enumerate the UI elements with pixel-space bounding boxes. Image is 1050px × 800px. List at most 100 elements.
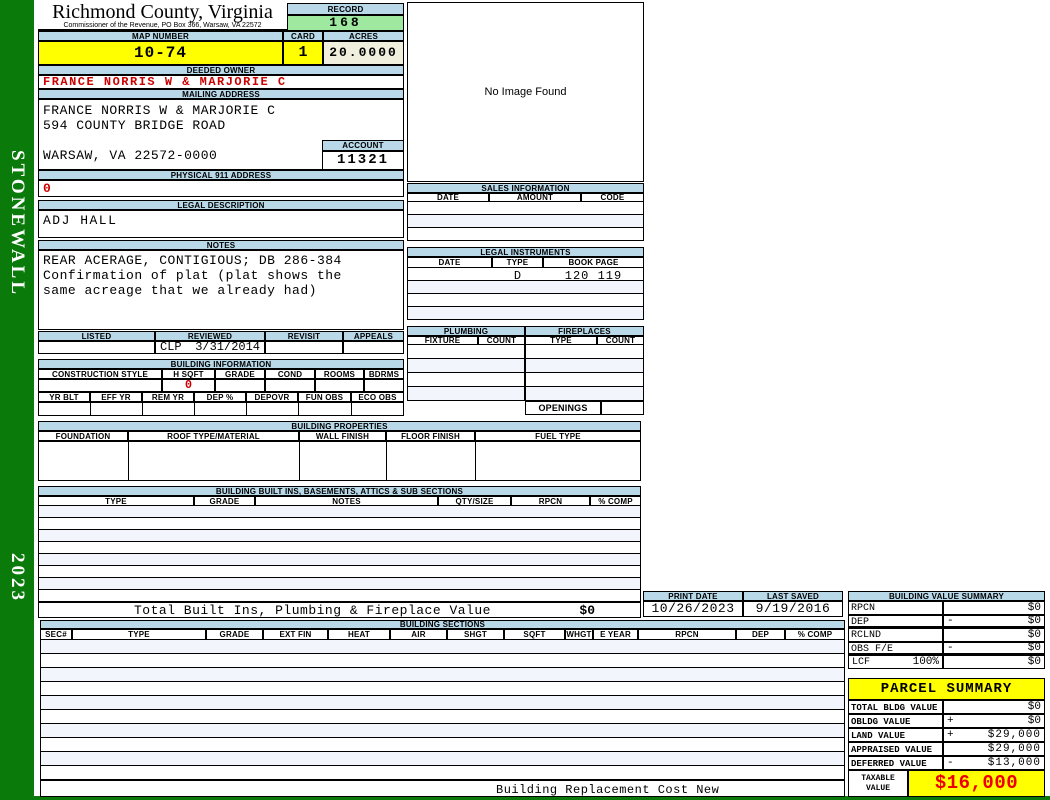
ps-value-appraised: $29,000: [943, 742, 1045, 756]
listed-value: [38, 341, 155, 354]
ps-amount: $13,000: [988, 757, 1041, 769]
deeded-owner-label: DEEDED OWNER: [38, 65, 404, 75]
plumbing-row: [407, 345, 525, 359]
fixture-label: FIXTURE: [407, 336, 478, 345]
bs-sec-label: SEC#: [40, 629, 72, 640]
bs-eyear-label: E YEAR: [593, 629, 638, 640]
built-ins-row: [38, 590, 641, 602]
bi-type-label: TYPE: [38, 496, 194, 506]
ps-value-obldg: +$0: [943, 714, 1045, 728]
physical-address-label: PHYSICAL 911 ADDRESS: [38, 170, 404, 180]
bs-shgt-label: SHGT: [447, 629, 504, 640]
bs-type-label: TYPE: [72, 629, 206, 640]
fireplace-count-label: COUNT: [597, 336, 644, 345]
county-title-block: Richmond County, Virginia Commissioner o…: [38, 2, 287, 31]
ps-label-obldg: OBLDG VALUE: [848, 714, 943, 728]
cond-value: [265, 379, 315, 392]
physical-address-value: 0: [38, 180, 404, 197]
bvs-value-rpcn: $0: [943, 601, 1045, 615]
sales-date-label: DATE: [407, 193, 489, 202]
card-label: CARD: [283, 31, 323, 41]
building-section-row: [40, 724, 845, 738]
sales-row: [407, 202, 644, 215]
address-line-2: 594 COUNTY BRIDGE ROAD: [43, 118, 399, 133]
hsqft-value: 0: [162, 379, 215, 392]
building-section-row: [40, 766, 845, 780]
bdrms-value: [364, 379, 404, 392]
yrblt-label: YR BLT: [38, 392, 90, 402]
ps-label-deferred: DEFERRED VALUE: [848, 756, 943, 770]
built-ins-row: [38, 554, 641, 566]
address-line-1: FRANCE NORRIS W & MARJORIE C: [43, 103, 399, 118]
property-photo-placeholder: No Image Found: [407, 2, 644, 182]
reviewed-value: CLP 3/31/2014: [155, 341, 265, 354]
grade-label: GRADE: [215, 369, 265, 379]
building-section-row: [40, 640, 845, 654]
bi-comp-label: % COMP: [590, 496, 641, 506]
taxable-value-label: TAXABLE VALUE: [848, 770, 908, 797]
ps-label-totalbldg: TOTAL BLDG VALUE: [848, 700, 943, 714]
building-information-title: BUILDING INFORMATION: [38, 359, 404, 369]
bvs-label-obs: OBS F/E: [848, 642, 943, 655]
bs-sqft-label: SQFT: [504, 629, 565, 640]
notes-label: NOTES: [38, 240, 404, 250]
parcel-summary-title: PARCEL SUMMARY: [848, 678, 1045, 700]
bi-notes-label: NOTES: [255, 496, 438, 506]
li-bookpage-label: BOOK PAGE: [543, 257, 644, 268]
building-sections-title: BUILDING SECTIONS: [40, 620, 845, 629]
bs-whgt-label: WHGT: [565, 629, 593, 640]
plumbing-row: [407, 373, 525, 387]
county-subtitle: Commissioner of the Revenue, PO Box 366,…: [38, 22, 287, 29]
tax-year: 2023: [6, 553, 28, 603]
bi-qty-label: QTY/SIZE: [438, 496, 511, 506]
foundation-label: FOUNDATION: [38, 431, 128, 441]
acres-label: ACRES: [323, 31, 404, 41]
taxable-value-amount: $16,000: [908, 770, 1045, 797]
sales-row: [407, 215, 644, 228]
legal-description-value: ADJ HALL: [38, 210, 404, 238]
fireplaces-title: FIREPLACES: [525, 326, 644, 336]
built-ins-title: BUILDING BUILT INS, BASEMENTS, ATTICS & …: [38, 486, 641, 496]
plumbing-row: [407, 387, 525, 401]
bvs-lcf-label: LCF: [852, 657, 870, 668]
ps-op: +: [947, 729, 954, 741]
bvs-value-dep: -$0: [943, 615, 1045, 628]
building-section-row: [40, 696, 845, 710]
revisit-value: [265, 341, 343, 354]
ps-op: -: [947, 757, 954, 769]
bvs-label-rclnd: RCLND: [848, 628, 943, 642]
reviewed-date: 3/31/2014: [195, 342, 260, 353]
bvs-amount: $0: [1028, 602, 1041, 614]
building-section-row: [40, 710, 845, 724]
bvs-label-lcf: LCF 100%: [848, 655, 943, 669]
bvs-op: -: [947, 615, 954, 627]
ps-value-totalbldg: $0: [943, 700, 1045, 714]
legal-instrument-row: [407, 294, 644, 307]
sales-information-title: SALES INFORMATION: [407, 183, 644, 193]
depovr-label: DEPOVR: [246, 392, 298, 402]
fireplace-row: [525, 345, 644, 359]
bvs-value-lcf: $0: [943, 655, 1045, 669]
reviewed-by: CLP: [160, 342, 182, 353]
bvs-amount: $0: [1028, 642, 1041, 654]
account-label: ACCOUNT: [322, 140, 404, 151]
building-section-row: [40, 682, 845, 696]
last-saved-value: 9/19/2016: [743, 601, 843, 617]
ps-value-land: +$29,000: [943, 728, 1045, 742]
notes-box: REAR ACERAGE, CONTIGIOUS; DB 286-384 Con…: [38, 250, 404, 330]
sales-amount-label: AMOUNT: [489, 193, 581, 202]
property-record-card: { "sidebar": { "district": "STONEWALL", …: [0, 0, 1050, 800]
building-section-row: [40, 752, 845, 766]
li-type-label: TYPE: [492, 257, 543, 268]
county-title: Richmond County, Virginia: [38, 2, 287, 22]
revisit-label: REVISIT: [265, 331, 343, 341]
building-section-row: [40, 654, 845, 668]
notes-line-3: same acreage that we already had): [43, 283, 399, 298]
fireplace-row: [525, 359, 644, 373]
bvs-lcf-pct: 100%: [913, 656, 939, 668]
sales-code-label: CODE: [581, 193, 644, 202]
bs-extfin-label: EXT FIN: [263, 629, 328, 640]
legal-instrument-row: [407, 307, 644, 320]
bvs-value-rclnd: $0: [943, 628, 1045, 642]
building-info-row2-values: [38, 402, 404, 416]
